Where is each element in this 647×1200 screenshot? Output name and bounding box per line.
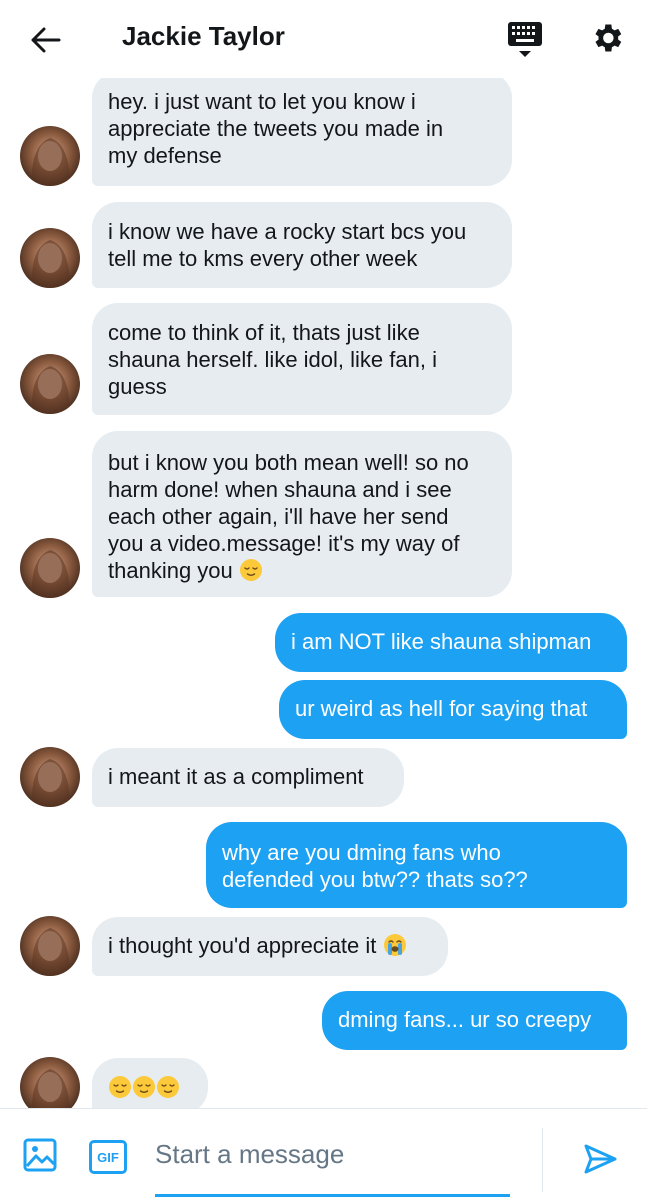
message-line: defended you btw?? thats so?? (222, 867, 528, 892)
relieved-face-icon (239, 559, 262, 581)
incoming-message[interactable]: hey. i just want to let you know i appre… (92, 78, 512, 186)
message-text: thanking you (108, 558, 233, 583)
composer-divider (542, 1128, 543, 1192)
keyboard-button[interactable] (503, 18, 547, 62)
back-button[interactable] (24, 18, 68, 62)
avatar[interactable] (20, 228, 80, 288)
avatar[interactable] (20, 916, 80, 976)
input-focus-underline (155, 1194, 510, 1197)
incoming-message[interactable]: come to think of it, thats just like sha… (92, 303, 512, 415)
keyboard-icon (508, 22, 542, 57)
conversation-title[interactable]: Jackie Taylor (122, 21, 285, 52)
message-line: come to think of it, thats just like (108, 320, 420, 345)
image-icon (23, 1138, 57, 1172)
settings-button[interactable] (585, 16, 629, 60)
message-line: you a video.message! it's my way of (108, 531, 460, 556)
gear-icon (595, 24, 622, 52)
message-composer: GIF (0, 1108, 647, 1200)
message-thread[interactable]: hey. i just want to let you know i appre… (0, 78, 647, 1108)
message-input[interactable] (155, 1131, 510, 1177)
message-line: thanking you (108, 557, 496, 584)
message-input-wrapper (155, 1131, 510, 1200)
message-line: harm done! when shauna and i see (108, 477, 452, 502)
message-line: each other again, i'll have her send (108, 504, 449, 529)
avatar[interactable] (20, 126, 80, 186)
outgoing-message[interactable]: i am NOT like shauna shipman (275, 613, 627, 672)
arrow-left-icon (31, 27, 61, 53)
incoming-message[interactable]: i meant it as a compliment (92, 748, 404, 807)
outgoing-message[interactable]: why are you dming fans who defended you … (206, 822, 627, 908)
message-line: guess (108, 374, 167, 399)
send-button[interactable] (578, 1137, 622, 1181)
message-line: hey. i just want to let you know i (108, 89, 416, 114)
incoming-message[interactable]: i know we have a rocky start bcs you tel… (92, 202, 512, 288)
incoming-message[interactable]: i thought you'd appreciate it (92, 917, 448, 976)
incoming-message[interactable] (92, 1058, 208, 1108)
avatar[interactable] (20, 538, 80, 598)
avatar[interactable] (20, 1057, 80, 1108)
message-line: but i know you both mean well! so no (108, 450, 469, 475)
message-line: i am NOT like shauna shipman (291, 629, 592, 654)
send-icon (584, 1144, 617, 1174)
message-line: i meant it as a compliment (108, 764, 364, 789)
message-line: appreciate the tweets you made in (108, 116, 444, 141)
avatar[interactable] (20, 747, 80, 807)
message-text: i thought you'd appreciate it (108, 933, 377, 958)
message-line: dming fans... ur so creepy (338, 1007, 592, 1032)
message-line: i know we have a rocky start bcs you (108, 219, 467, 244)
message-line (108, 1074, 192, 1101)
avatar[interactable] (20, 354, 80, 414)
outgoing-message[interactable]: ur weird as hell for saying that (279, 680, 627, 739)
message-line: ur weird as hell for saying that (295, 696, 588, 721)
message-line: why are you dming fans who (222, 840, 501, 865)
message-line: i thought you'd appreciate it (108, 932, 432, 959)
relieved-face-icon (109, 1076, 131, 1098)
relieved-face-icon (133, 1076, 155, 1098)
incoming-message[interactable]: but i know you both mean well! so no har… (92, 431, 512, 597)
relieved-face-icon (157, 1076, 179, 1098)
add-image-button[interactable] (20, 1135, 60, 1175)
loudly-crying-face-icon (383, 934, 406, 956)
message-line: my defense (108, 143, 222, 168)
message-line: tell me to kms every other week (108, 246, 418, 271)
outgoing-message[interactable]: dming fans... ur so creepy (322, 991, 627, 1050)
message-line: shauna herself. like idol, like fan, i (108, 347, 437, 372)
conversation-header: Jackie Taylor (0, 0, 647, 78)
gif-button[interactable]: GIF (89, 1140, 127, 1174)
